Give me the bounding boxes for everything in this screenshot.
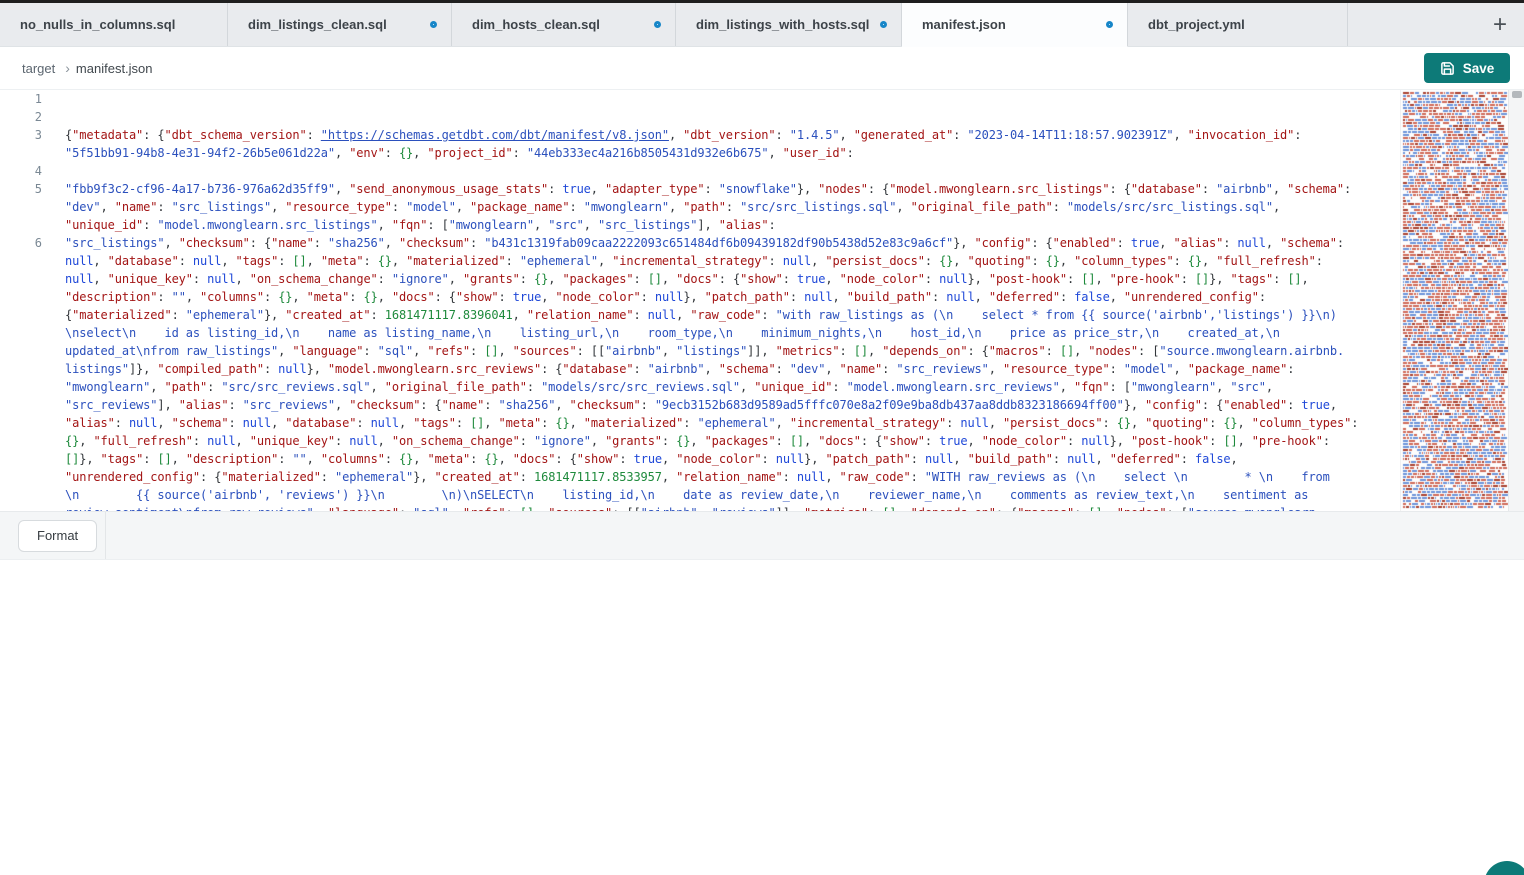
code-row: "alias": null, "schema": null, "database… bbox=[65, 414, 1358, 432]
breadcrumb-folder: target bbox=[22, 61, 55, 76]
tab-manifest-json[interactable]: manifest.json bbox=[902, 3, 1128, 47]
ide-window: no_nulls_in_columns.sql dim_listings_clea… bbox=[0, 0, 1524, 875]
modified-dot-icon bbox=[880, 21, 887, 28]
tab-dim-listings-clean-sql[interactable]: dim_listings_clean.sql bbox=[228, 3, 452, 46]
footer-divider bbox=[105, 512, 106, 560]
code-row: listings"]}, "compiled_path": null}, "mo… bbox=[65, 360, 1294, 378]
code-area[interactable]: {"metadata": {"dbt_schema_version": "htt… bbox=[65, 90, 1398, 511]
file-header-bar: target › manifest.json Save bbox=[0, 47, 1524, 90]
vertical-scrollbar[interactable] bbox=[1508, 90, 1524, 511]
tab-label: no_nulls_in_columns.sql bbox=[20, 17, 175, 32]
breadcrumb: target › manifest.json bbox=[22, 60, 153, 76]
save-button-label: Save bbox=[1463, 61, 1495, 76]
code-row: updated_at\nfrom raw_listings", "languag… bbox=[65, 342, 1344, 360]
editor-footer-bar: Format bbox=[0, 511, 1524, 559]
code-row: null, "database": null, "tags": [], "met… bbox=[65, 252, 1323, 270]
tab-no-nulls-in-columns-sql[interactable]: no_nulls_in_columns.sql bbox=[0, 3, 228, 46]
tab-label: dbt_project.yml bbox=[1148, 17, 1245, 32]
code-row: "src_reviews"], "alias": "src_reviews", … bbox=[65, 396, 1337, 414]
tab-bar: no_nulls_in_columns.sql dim_listings_clea… bbox=[0, 3, 1524, 47]
code-row: null, "unique_key": null, "on_schema_cha… bbox=[65, 270, 1309, 288]
save-icon bbox=[1440, 61, 1455, 76]
minimap[interactable] bbox=[1400, 90, 1508, 511]
new-tab-button[interactable]: + bbox=[1482, 7, 1518, 43]
tab-label: dim_listings_clean.sql bbox=[248, 17, 387, 32]
tab-dim-listings-with-hosts-sql[interactable]: dim_listings_with_hosts.sql bbox=[676, 3, 902, 46]
code-row: {}, "full_refresh": null, "unique_key": … bbox=[65, 432, 1330, 450]
tab-dim-hosts-clean-sql[interactable]: dim_hosts_clean.sql bbox=[452, 3, 676, 46]
code-row: "mwonglearn", "path": "src/src_reviews.s… bbox=[65, 378, 1273, 396]
modified-dot-icon bbox=[430, 21, 437, 28]
tab-label: dim_hosts_clean.sql bbox=[472, 17, 600, 32]
line-number-gutter: 123 45 6 bbox=[0, 90, 46, 511]
code-row: {"materialized": "ephemeral"}, "created_… bbox=[65, 306, 1337, 324]
tab-label: dim_listings_with_hosts.sql bbox=[696, 17, 869, 32]
code-row: "unique_id": "model.mwonglearn.src_listi… bbox=[65, 216, 776, 234]
code-row: {"metadata": {"dbt_schema_version": "htt… bbox=[65, 126, 1301, 144]
breadcrumb-file: manifest.json bbox=[76, 61, 153, 76]
tab-label: manifest.json bbox=[922, 17, 1006, 32]
format-button[interactable]: Format bbox=[18, 520, 97, 552]
line-number: 3 bbox=[0, 126, 46, 144]
code-row: "unrendered_config": {"materialized": "e… bbox=[65, 468, 1330, 486]
line-number: 1 bbox=[0, 90, 46, 108]
line-number: 4 bbox=[0, 162, 46, 180]
code-row: "src_listings", "checksum": {"name": "sh… bbox=[65, 234, 1344, 252]
code-editor: 123 45 6 {"metadata": {"dbt_schema_version… bbox=[0, 90, 1524, 511]
code-row: \nselect\n id as listing_id,\n name as l… bbox=[65, 324, 1280, 342]
modified-dot-icon bbox=[654, 21, 661, 28]
line-number: 6 bbox=[0, 234, 46, 252]
code-row: "5f51bb91-94b8-4e31-94f2-26b5e061d22a", … bbox=[65, 144, 854, 162]
code-row: \n {{ source('airbnb', 'reviews') }}\n \… bbox=[65, 486, 1308, 504]
help-bubble-button[interactable] bbox=[1484, 861, 1524, 875]
code-row: []}, "tags": [], "description": "", "col… bbox=[65, 450, 1238, 468]
scrollbar-thumb[interactable] bbox=[1512, 91, 1522, 98]
line-number: 2 bbox=[0, 108, 46, 126]
code-row: "description": "", "columns": {}, "meta"… bbox=[65, 288, 1266, 306]
modified-dot-icon bbox=[1106, 21, 1113, 28]
tab-bar-filler: + bbox=[1348, 3, 1524, 46]
minimap-canvas bbox=[1401, 90, 1509, 511]
results-pane bbox=[0, 559, 1524, 875]
code-row: "fbb9f3c2-cf96-4a17-b736-976a62d35ff9", … bbox=[65, 180, 1351, 198]
code-row: review_sentiment\nfrom raw_reviews", "la… bbox=[65, 504, 1323, 511]
line-number: 5 bbox=[0, 180, 46, 198]
chevron-right-icon: › bbox=[65, 60, 70, 76]
tab-dbt-project-yml[interactable]: dbt_project.yml bbox=[1128, 3, 1348, 46]
code-row: "dev", "name": "src_listings", "resource… bbox=[65, 198, 1280, 216]
save-button[interactable]: Save bbox=[1424, 53, 1510, 83]
